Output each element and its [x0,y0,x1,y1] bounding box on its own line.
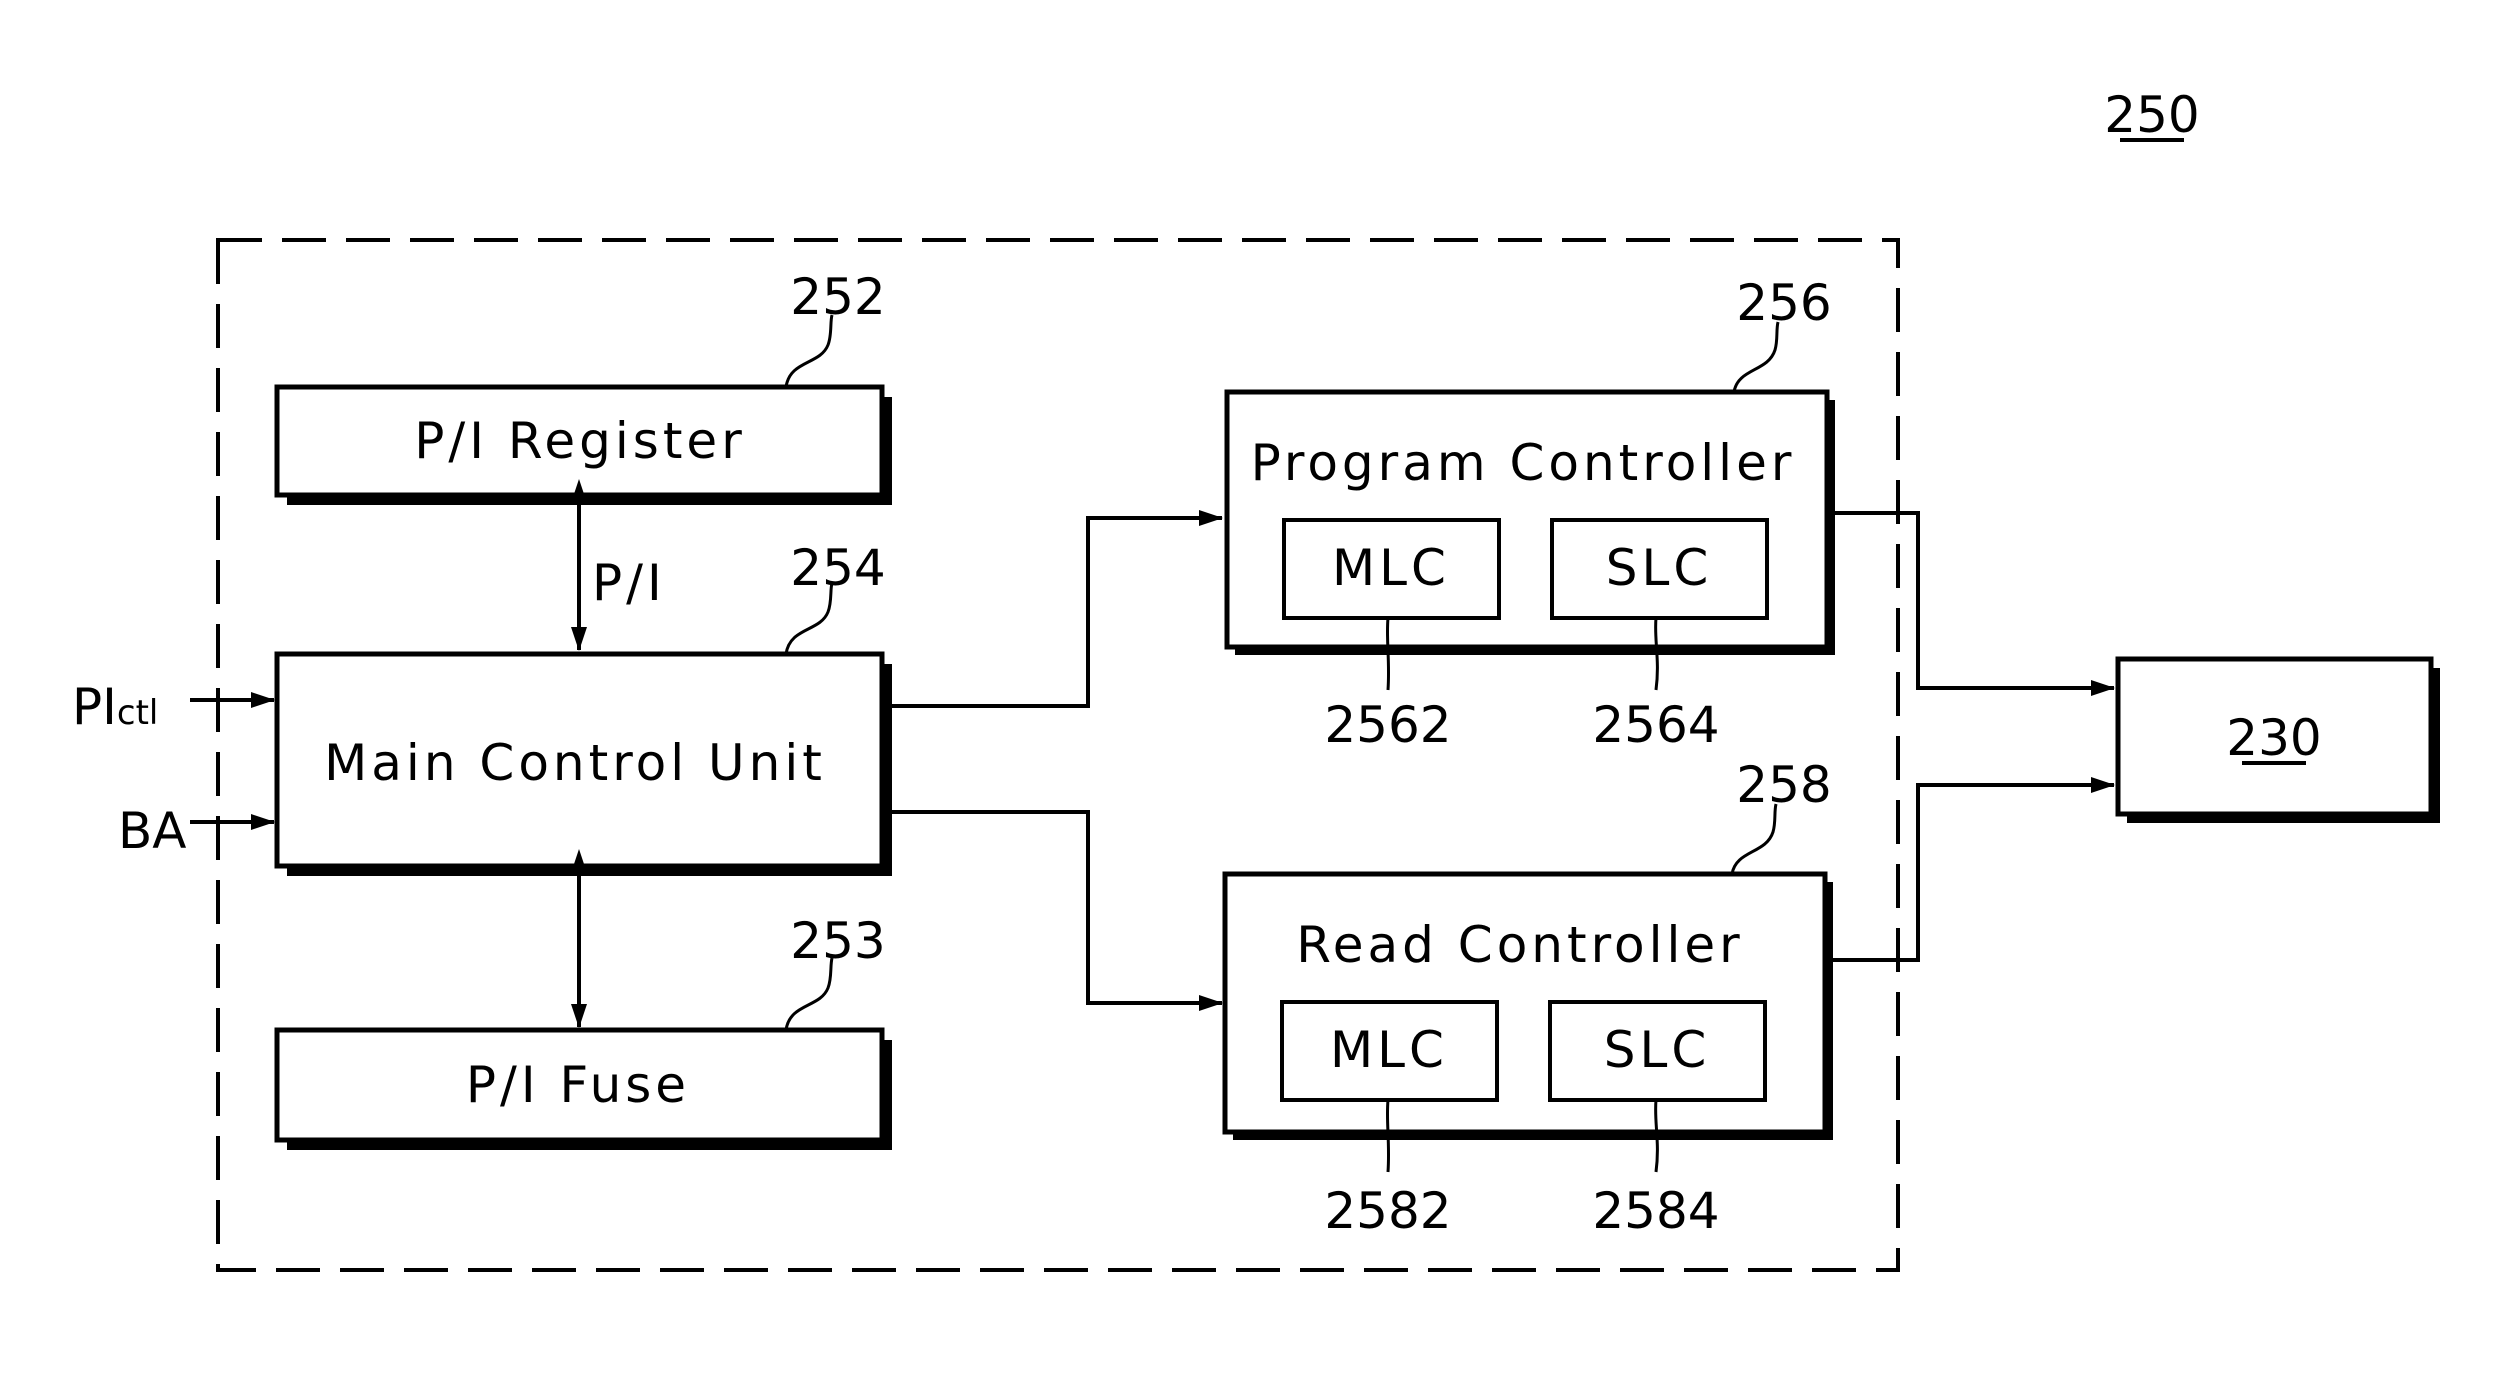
pi-fuse-block: P/I Fuse [274,1027,892,1150]
pi-fuse-label: P/I Fuse [466,1056,690,1114]
program-slc-leader [1654,617,1659,691]
read-controller-leader [1730,803,1778,875]
read-controller-block: Read Controller MLC SLC [1222,871,1833,1140]
read-mlc-ref: 2582 [1324,1182,1451,1240]
input-ba-label: BA [118,802,187,860]
main-control-unit-block: Main Control Unit [274,651,892,876]
main-to-read-connector [885,810,1223,1011]
program-controller-block: Program Controller MLC SLC [1224,389,1835,655]
read-slc-label: SLC [1604,1021,1711,1079]
pi-fuse-ref: 253 [790,912,885,970]
pi-register-block: P/I Register [274,384,892,505]
read-mlc-leader [1385,1099,1391,1173]
external-block-ref: 230 [2226,709,2321,767]
register-bus-label: P/I [592,554,666,612]
program-controller-leader [1732,321,1780,393]
external-block-230: 230 [2115,656,2440,823]
read-slc-leader [1654,1099,1659,1173]
main-to-program-connector [885,510,1223,708]
read-controller-label: Read Controller [1296,916,1743,974]
main-control-unit-label: Main Control Unit [324,734,826,792]
main-control-unit-ref: 254 [790,539,885,597]
read-mlc-label: MLC [1330,1021,1448,1079]
input-pictl-label: PIctl [72,678,158,736]
program-mlc-leader [1385,617,1391,691]
pi-register-ref: 252 [790,268,885,326]
program-slc-label: SLC [1606,539,1713,597]
figure-ref-label: 250 [2104,86,2199,144]
read-slc-ref: 2584 [1592,1182,1719,1240]
program-controller-ref: 256 [1736,274,1831,332]
program-controller-label: Program Controller [1251,434,1796,492]
read-controller-ref: 258 [1736,756,1831,814]
program-to-230-connector [1830,511,2115,696]
block-diagram: 250 P/I Register 252 Main Control Unit 2… [72,86,2440,1272]
program-mlc-ref: 2562 [1324,696,1451,754]
read-to-230-connector [1830,777,2115,962]
program-mlc-label: MLC [1332,539,1450,597]
pi-register-label: P/I Register [414,412,746,470]
program-slc-ref: 2564 [1592,696,1719,754]
